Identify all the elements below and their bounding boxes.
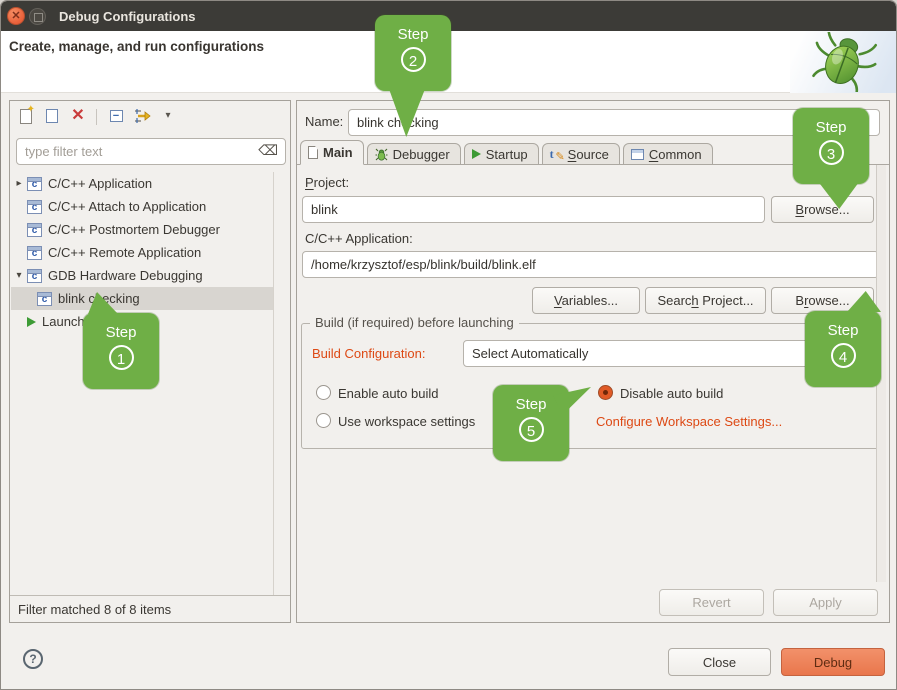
bug-icon — [806, 32, 880, 92]
window-title: Debug Configurations — [59, 1, 196, 31]
tab-main[interactable]: Main — [300, 140, 364, 165]
project-label: Project: — [305, 175, 349, 190]
c-application-icon: c — [27, 177, 42, 191]
main-tab-icon — [308, 146, 318, 159]
page-title: Create, manage, and run configurations — [9, 39, 264, 54]
delete-configuration-button[interactable]: ✕ — [68, 106, 88, 126]
step-5-callout: Step5 — [493, 385, 569, 461]
new-configuration-button[interactable]: ✦ — [16, 106, 36, 126]
tab-startup[interactable]: Startup — [464, 143, 539, 165]
disable-auto-build-radio[interactable] — [598, 385, 613, 400]
disable-auto-build-label: Disable auto build — [620, 386, 723, 401]
filter-status: Filter matched 8 of 8 items — [10, 595, 290, 622]
tab-debugger[interactable]: Debugger — [367, 143, 461, 165]
window-maximize-button[interactable] — [29, 8, 46, 25]
c-application-icon: c — [27, 246, 42, 260]
build-configuration-label: Build Configuration: — [312, 346, 425, 361]
new-configuration-icon: ✦ — [20, 109, 32, 124]
toolbar-menu-button[interactable]: ▾ — [158, 106, 178, 126]
configurations-toolbar: ✦ ✕ − ▾ — [10, 101, 290, 135]
tabbar: Main Debugger Startup t✎ — [300, 140, 713, 165]
c-application-icon: c — [27, 200, 42, 214]
close-icon: ✕ — [11, 11, 20, 22]
revert-button[interactable]: Revert — [659, 589, 764, 616]
tree-item-label: GDB Hardware Debugging — [48, 268, 203, 283]
banner-art — [790, 31, 896, 93]
tree-item-label: C/C++ Attach to Application — [48, 199, 206, 214]
c-application-icon: c — [27, 223, 42, 237]
step-1-callout: Step1 — [83, 313, 159, 389]
tree-item-blink-checking[interactable]: c blink checking — [11, 287, 273, 310]
use-workspace-settings-label: Use workspace settings — [338, 414, 475, 429]
tree-item-postmortem[interactable]: c C/C++ Postmortem Debugger — [11, 218, 273, 241]
build-group: Build (if required) before launching Bui… — [301, 323, 884, 449]
step-2-callout: Step2 — [375, 15, 451, 91]
collapse-all-button[interactable]: − — [106, 106, 126, 126]
c-application-icon: c — [27, 269, 42, 283]
application-input[interactable] — [302, 251, 879, 278]
build-group-legend: Build (if required) before launching — [310, 315, 519, 330]
debugger-tab-icon — [375, 148, 388, 161]
tree-item-label: C/C++ Postmortem Debugger — [48, 222, 220, 237]
name-label: Name: — [305, 114, 343, 129]
launch-group-icon — [27, 317, 36, 327]
filter-icon — [133, 108, 151, 124]
variables-button[interactable]: Variables... — [532, 287, 640, 314]
chevron-down-icon: ▾ — [165, 111, 170, 121]
tree-item-label: C/C++ Application — [48, 176, 152, 191]
debug-configurations-dialog: ✕ Debug Configurations Create, manage, a… — [0, 0, 897, 690]
browse-project-button[interactable]: Browse... — [771, 196, 874, 223]
window-close-button[interactable]: ✕ — [7, 7, 25, 25]
enable-auto-build-radio[interactable] — [316, 385, 331, 400]
project-input[interactable] — [302, 196, 765, 223]
clear-filter-icon[interactable]: ⌫ — [258, 143, 278, 157]
c-application-icon: c — [37, 292, 52, 306]
toolbar-separator — [96, 109, 97, 125]
apply-button[interactable]: Apply — [773, 589, 878, 616]
tab-common[interactable]: Common — [623, 143, 713, 165]
search-project-button[interactable]: Search Project... — [645, 287, 766, 314]
step-3-callout: Step3 — [793, 108, 869, 184]
expander-icon[interactable]: ▾ — [11, 270, 27, 281]
tab-source[interactable]: t✎ Source — [542, 143, 620, 165]
use-workspace-settings-radio[interactable] — [316, 413, 331, 428]
help-icon: ? — [29, 652, 36, 666]
delete-icon: ✕ — [71, 108, 84, 124]
tree-item-gdb-hardware[interactable]: ▾ c GDB Hardware Debugging — [11, 264, 273, 287]
tree-item-remote[interactable]: c C/C++ Remote Application — [11, 241, 273, 264]
debug-button[interactable]: Debug — [781, 648, 885, 676]
tree-scrollbar-track — [273, 172, 274, 595]
configuration-tree: ▸ c C/C++ Application c C/C++ Attach to … — [11, 172, 273, 333]
tree-item-cpp-application[interactable]: ▸ c C/C++ Application — [11, 172, 273, 195]
filter-input[interactable] — [16, 138, 286, 165]
step-4-callout: Step4 — [805, 311, 881, 387]
help-button[interactable]: ? — [23, 649, 43, 669]
expander-icon[interactable]: ▸ — [11, 178, 27, 189]
source-tab-icon: t✎ — [550, 148, 563, 161]
tree-item-attach[interactable]: c C/C++ Attach to Application — [11, 195, 273, 218]
application-label: C/C++ Application: — [305, 231, 413, 246]
common-tab-icon — [631, 149, 644, 160]
duplicate-configuration-button[interactable] — [42, 106, 62, 126]
duplicate-icon — [46, 109, 58, 123]
enable-auto-build-label: Enable auto build — [338, 386, 438, 401]
tree-item-label: C/C++ Remote Application — [48, 245, 201, 260]
close-button[interactable]: Close — [668, 648, 771, 676]
configure-workspace-settings-link[interactable]: Configure Workspace Settings... — [596, 414, 782, 429]
collapse-all-icon: − — [110, 110, 123, 122]
filter-launch-configurations-button[interactable] — [132, 106, 152, 126]
startup-tab-icon — [472, 149, 481, 159]
